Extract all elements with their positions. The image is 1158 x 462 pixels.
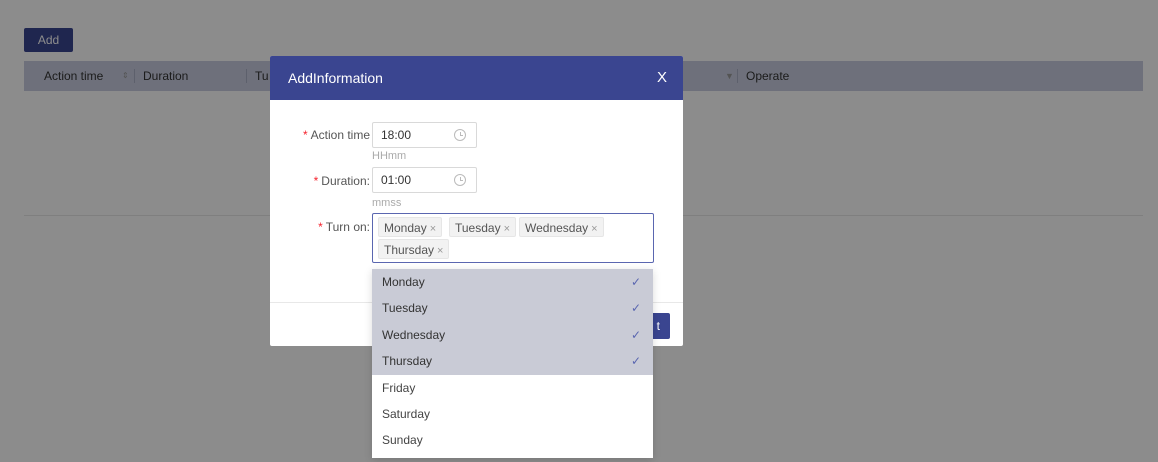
remove-tag-icon[interactable]: ×: [504, 223, 510, 235]
remove-tag-icon[interactable]: ×: [591, 223, 597, 235]
option-saturday[interactable]: Saturday: [372, 401, 653, 427]
modal-header: AddInformation X: [270, 56, 683, 100]
required-marker: *: [318, 220, 323, 234]
duration-value: 01:00: [381, 173, 412, 187]
option-wednesday[interactable]: Wednesday ✓: [372, 321, 653, 349]
remove-tag-icon[interactable]: ×: [437, 245, 443, 257]
tag-monday: Monday ×: [378, 217, 443, 237]
weekday-dropdown: Monday ✓ Tuesday ✓ Wednesday ✓ Thursday ✓ Fr…: [372, 269, 653, 458]
tag-wednesday: Wednesday ×: [519, 217, 604, 237]
tag-thursday: Thursday ×: [378, 239, 450, 259]
required-marker: *: [302, 128, 308, 142]
modal-title: AddInformation: [288, 70, 383, 86]
turn-on-select[interactable]: Monday × Tuesday × Wednesday × Thursday ×: [372, 213, 654, 263]
option-tuesday[interactable]: Tuesday ✓: [372, 295, 653, 322]
duration-hint: mmss: [372, 197, 402, 209]
tag-label: Monday: [384, 221, 427, 235]
duration-picker[interactable]: 01:00: [372, 167, 477, 193]
option-monday[interactable]: Monday ✓: [372, 269, 653, 296]
turn-on-label: * Turn on:: [318, 220, 370, 234]
option-label: Wednesday: [382, 327, 446, 342]
required-marker: *: [313, 174, 319, 188]
action-time-label-text: Action time: [310, 128, 370, 142]
option-label: Monday: [382, 275, 425, 289]
action-time-label: * Action time: [303, 128, 370, 142]
remove-tag-icon[interactable]: ×: [430, 223, 436, 235]
tag-label: Thursday: [384, 243, 435, 257]
option-thursday[interactable]: Thursday ✓: [372, 348, 653, 375]
duration-label: * Duration:: [314, 174, 370, 188]
check-icon: ✓: [630, 275, 641, 289]
tag-label: Wednesday: [525, 221, 589, 235]
option-sunday[interactable]: Sunday: [372, 427, 653, 453]
action-time-value: 18:00: [381, 128, 412, 142]
action-time-hint: HHmm: [372, 150, 407, 162]
close-icon[interactable]: X: [657, 56, 667, 100]
option-label: Saturday: [382, 406, 431, 421]
check-icon: ✓: [630, 301, 641, 316]
tag-label: Tuesday: [455, 221, 501, 235]
duration-label-text: Duration:: [321, 174, 370, 188]
option-friday[interactable]: Friday: [372, 375, 653, 401]
clock-icon: [454, 129, 466, 141]
option-label: Thursday: [382, 354, 433, 369]
check-icon: ✓: [630, 327, 641, 342]
check-icon: ✓: [630, 354, 641, 369]
option-label: Friday: [382, 380, 416, 395]
clock-icon: [454, 174, 466, 186]
action-time-picker[interactable]: 18:00: [372, 122, 477, 148]
option-label: Sunday: [382, 433, 423, 448]
turn-on-label-text: Turn on:: [325, 220, 370, 234]
option-label: Tuesday: [382, 301, 428, 316]
tag-tuesday: Tuesday ×: [449, 217, 517, 237]
